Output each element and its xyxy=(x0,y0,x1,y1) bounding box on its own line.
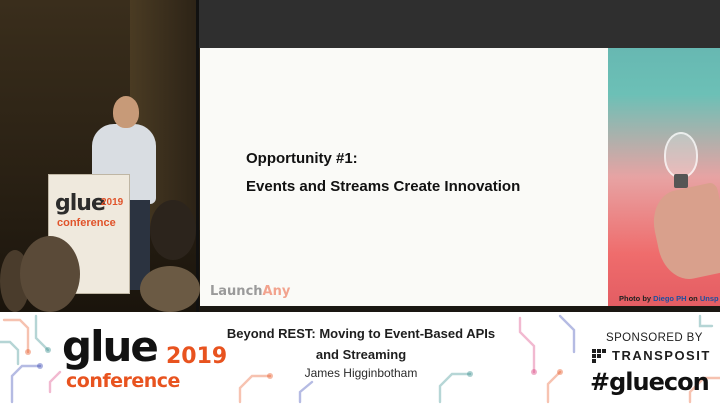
slide-logo-main: Launch xyxy=(210,284,263,299)
slide-logo-accent: Any xyxy=(262,284,291,299)
conference-logo-word: glue xyxy=(62,322,159,371)
hand-image xyxy=(647,181,720,285)
photo-credit: Photo by Diego PH on Unsp xyxy=(619,294,719,303)
presentation-slide: Opportunity #1: Events and Streams Creat… xyxy=(200,48,608,306)
photo-credit-site-link: Unsp xyxy=(699,294,719,303)
podium-year: 2019 xyxy=(101,197,124,208)
slide-title: Opportunity #1: xyxy=(246,150,358,167)
slide-subtitle: Events and Streams Create Innovation xyxy=(246,178,521,195)
talk-title-line-1: Beyond REST: Moving to Event-Based APIs xyxy=(226,326,496,341)
event-hashtag: #gluecon xyxy=(590,368,710,396)
lightbulb-image xyxy=(664,132,698,178)
photo-credit-prefix: Photo by xyxy=(619,294,654,303)
projection-screen-border xyxy=(198,0,720,48)
photo-credit-author-link: Diego PH xyxy=(653,294,687,303)
talk-title-line-2: and Streaming xyxy=(315,347,407,362)
photo-credit-mid: on xyxy=(686,294,700,303)
podium-subtitle: conference xyxy=(57,217,116,229)
video-frame: glue 2019 conference Opportunity #1: Eve… xyxy=(0,0,720,312)
lower-third-banner: glue 2019 conference Beyond REST: Moving… xyxy=(0,312,720,404)
talk-title: Beyond REST: Moving to Event-Based APIs … xyxy=(212,323,510,365)
sponsored-by-label: SPONSORED BY xyxy=(606,332,703,344)
projection-screen-edge xyxy=(196,0,199,312)
sponsor-logo: TRANSPOSIT xyxy=(592,348,711,363)
sponsor-name: TRANSPOSIT xyxy=(612,348,711,363)
slide-logo: LaunchAny xyxy=(210,284,290,299)
podium-brand: glue xyxy=(55,191,106,216)
lightbulb-base-image xyxy=(674,174,688,188)
slide-photo xyxy=(608,48,720,306)
presenter-head xyxy=(113,96,139,128)
audience-member xyxy=(140,266,200,312)
conference-logo-subtitle: conference xyxy=(66,370,180,392)
transposit-logo-icon xyxy=(592,348,606,363)
audience-member xyxy=(20,236,80,312)
audience-member xyxy=(150,200,196,260)
speaker-name: James Higginbotham xyxy=(304,366,418,380)
